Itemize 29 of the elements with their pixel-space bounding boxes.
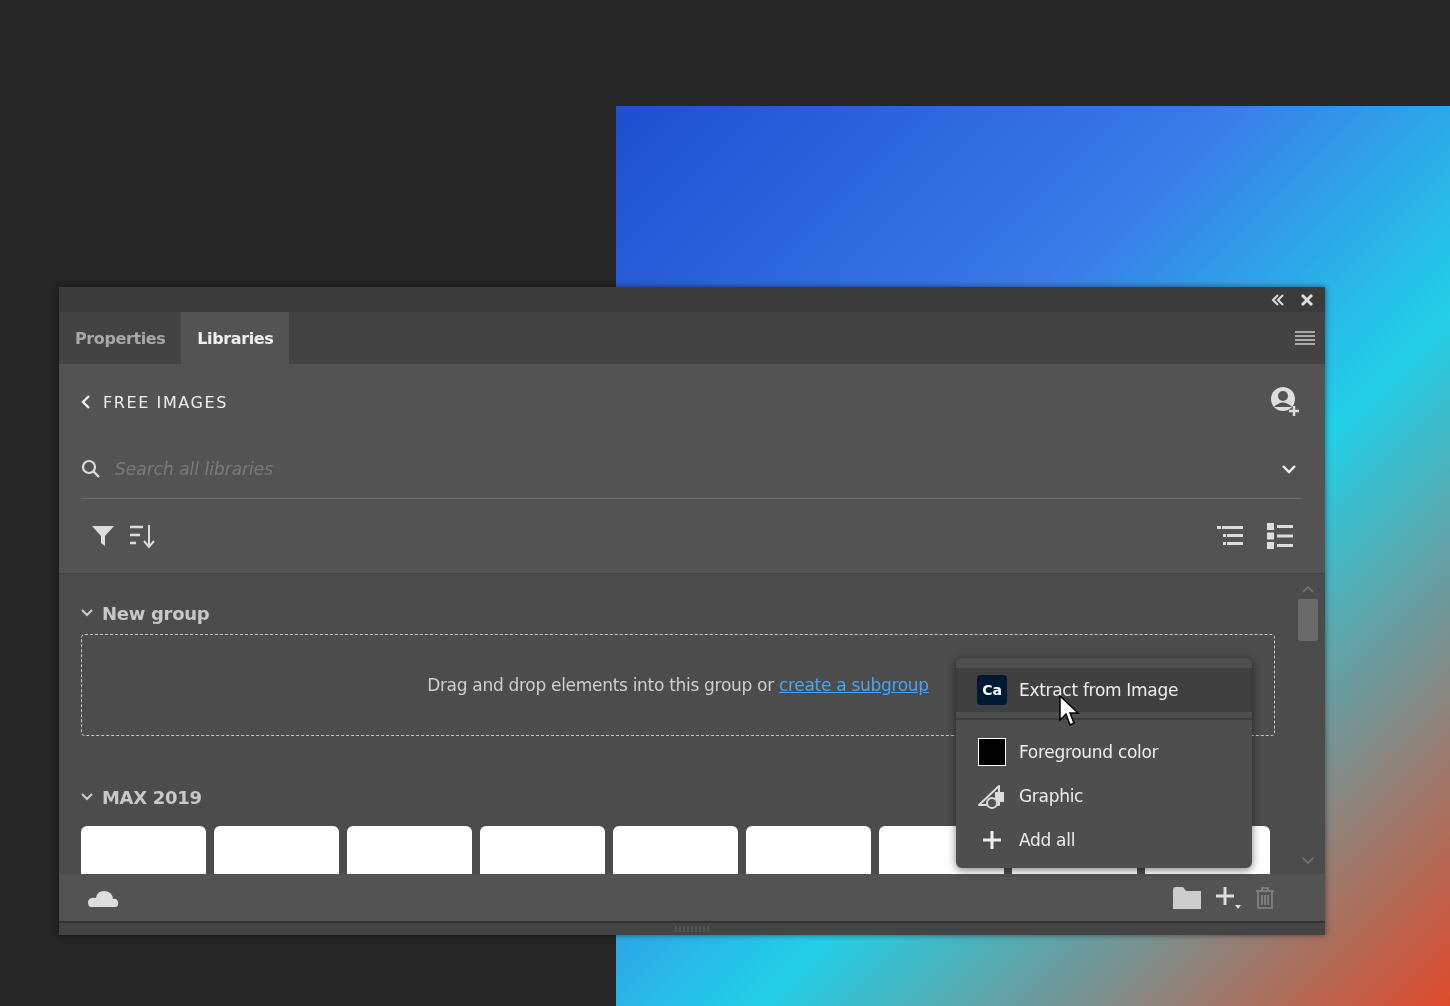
menu-item[interactable]: Add all — [956, 818, 1252, 862]
back-icon[interactable] — [81, 394, 91, 410]
menu-item[interactable]: Foreground color — [956, 730, 1252, 774]
chevron-down-icon[interactable] — [81, 609, 93, 617]
mouse-cursor-icon — [1059, 695, 1081, 727]
drop-hint: Drag and drop elements into this group or create a subgroup — [427, 675, 929, 695]
tree-list-icon[interactable] — [1217, 524, 1243, 548]
close-icon[interactable] — [1301, 293, 1313, 306]
shapes-icon — [977, 783, 1007, 809]
collapse-icon[interactable] — [1271, 293, 1285, 306]
tab[interactable]: Properties — [59, 312, 182, 364]
filter-icon[interactable] — [91, 524, 115, 548]
menu-item[interactable]: Ca Extract from Image — [956, 668, 1252, 712]
group-title[interactable]: New group — [102, 602, 210, 624]
menu-icon[interactable] — [1295, 331, 1315, 345]
scrollbar-thumb[interactable] — [1298, 599, 1318, 641]
menu-item[interactable]: Graphic — [956, 774, 1252, 818]
search-icon — [81, 459, 101, 479]
app-badge: Ca — [977, 675, 1007, 705]
sort-icon[interactable] — [129, 523, 157, 549]
group-title[interactable]: MAX 2019 — [102, 786, 202, 808]
chevron-down-icon[interactable] — [81, 793, 93, 801]
folder-icon[interactable] — [1173, 886, 1201, 909]
list-view-icon[interactable] — [1267, 523, 1293, 549]
plus-icon — [982, 830, 1002, 850]
library-title: FREE IMAGES — [103, 392, 229, 412]
add-icon[interactable] — [1215, 884, 1241, 911]
tab[interactable]: Libraries — [181, 312, 290, 364]
user-add-icon[interactable] — [1269, 386, 1301, 418]
